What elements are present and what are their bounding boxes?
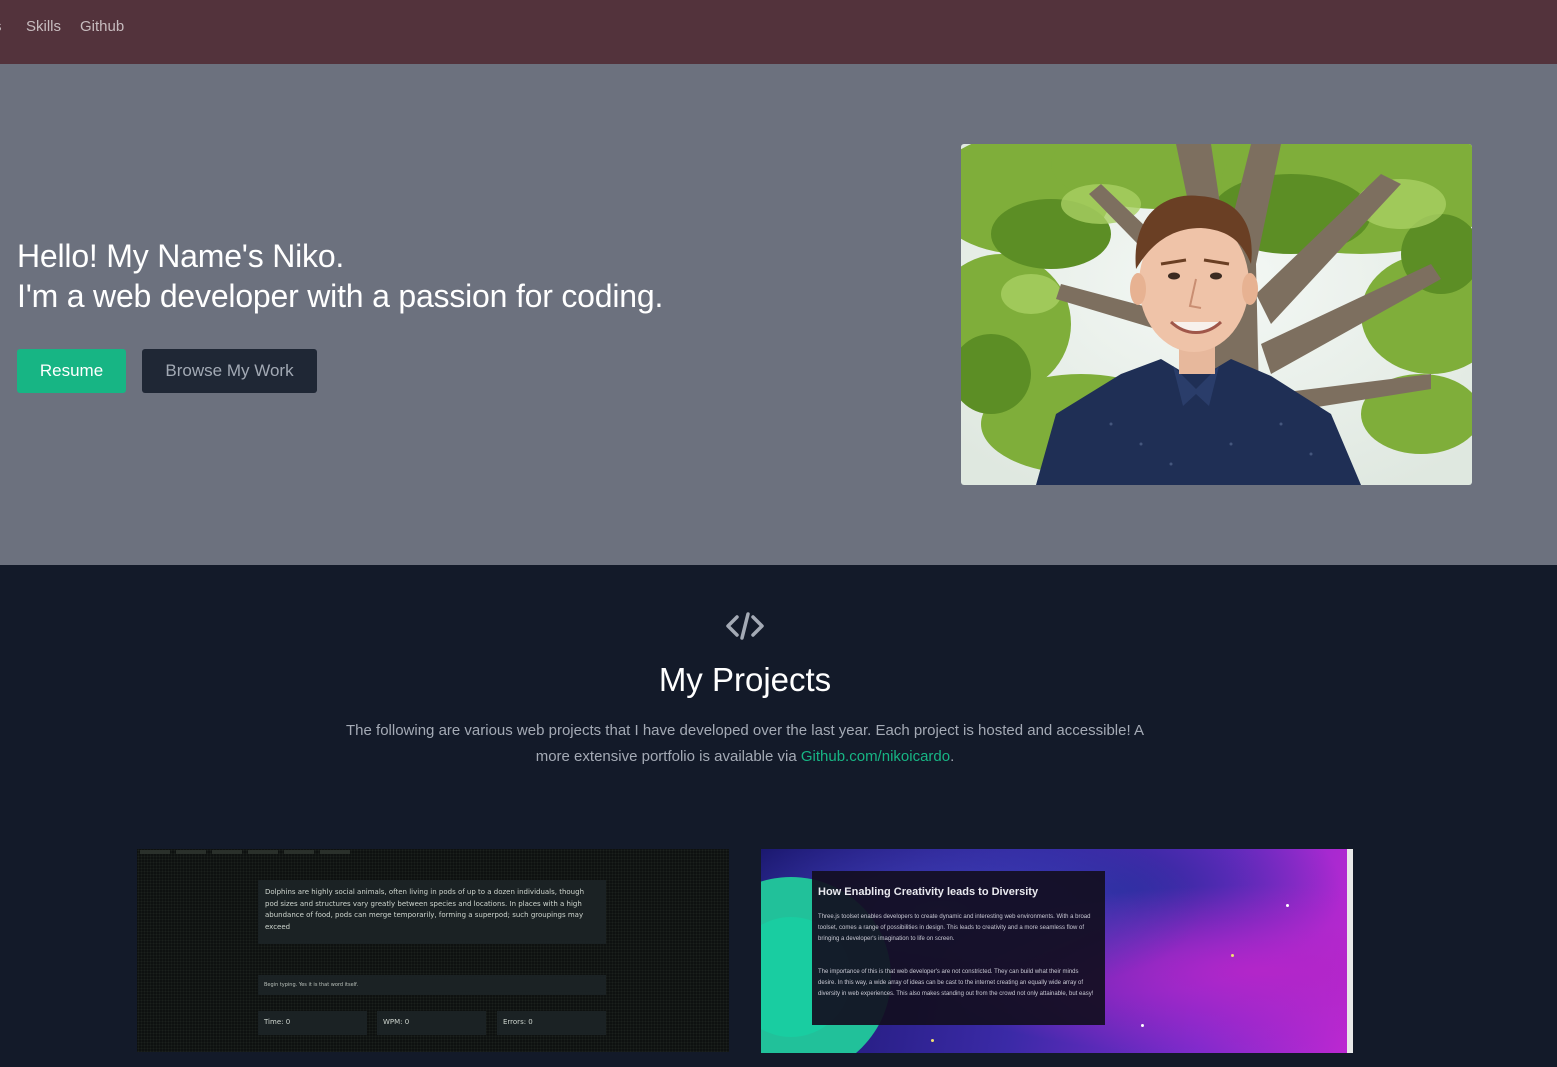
thumbnail-wpm-box: WPM: 0 (377, 1011, 486, 1035)
github-link[interactable]: Github.com/nikoicardo (801, 748, 950, 765)
resume-button[interactable]: Resume (17, 349, 126, 393)
projects-description-end: . (950, 748, 955, 765)
projects-description: The following are various web projects t… (345, 718, 1145, 770)
star-decoration (931, 1039, 934, 1042)
thumbnail-errors: Errors: 0 (503, 1018, 533, 1026)
hero-section: Hello! My Name's Niko. I'm a web develop… (0, 64, 1557, 565)
nav-link-github[interactable]: Github (80, 18, 124, 35)
thumbnail-article-paragraph: Three.js toolset enables developers to c… (818, 914, 1091, 942)
thumbnail-time-box: Time: 0 (258, 1011, 367, 1035)
thumbnail-topbar (140, 850, 350, 854)
project-thumbnail-threejs[interactable]: How Enabling Creativity leads to Diversi… (761, 849, 1353, 1053)
browse-work-button[interactable]: Browse My Work (142, 349, 317, 393)
star-decoration (1286, 904, 1289, 907)
thumbnail-article-title: How Enabling Creativity leads to Diversi… (818, 886, 1039, 898)
top-navbar: s Skills Github (0, 0, 1557, 64)
projects-title: My Projects (658, 661, 832, 698)
thumbnail-article-paragraph: The importance of this is that web devel… (818, 969, 1094, 997)
thumbnail-wpm: WPM: 0 (383, 1018, 410, 1026)
thumbnail-scrollbar (1347, 849, 1353, 1053)
thumbnail-text-box: Dolphins are highly social animals, ofte… (258, 880, 606, 944)
projects-description-text: The following are various web projects t… (346, 722, 1144, 765)
star-decoration (1231, 954, 1234, 957)
hero-tagline: I'm a web developer with a passion for c… (17, 278, 664, 314)
profile-photo-illustration (961, 144, 1472, 485)
thumbnail-paragraph: Dolphins are highly social animals, ofte… (265, 888, 585, 931)
star-decoration (1141, 1024, 1144, 1027)
hero-greeting: Hello! My Name's Niko. (17, 238, 345, 274)
profile-photo (961, 144, 1472, 485)
thumbnail-errors-box: Errors: 0 (497, 1011, 606, 1035)
thumbnail-time: Time: 0 (264, 1018, 291, 1026)
thumbnail-article-card: How Enabling Creativity leads to Diversi… (812, 871, 1105, 1025)
thumbnail-input-box: Begin typing. Yes it is that word itself… (258, 975, 606, 995)
nav-link-partial[interactable]: s (0, 18, 2, 35)
project-thumbnail-typing-test[interactable]: Dolphins are highly social animals, ofte… (137, 849, 729, 1052)
thumbnail-prompt: Begin typing. Yes it is that word itself… (264, 982, 359, 988)
nav-link-skills[interactable]: Skills (26, 18, 61, 35)
projects-section: My Projects The following are various we… (0, 565, 1557, 1067)
code-icon (726, 612, 764, 640)
